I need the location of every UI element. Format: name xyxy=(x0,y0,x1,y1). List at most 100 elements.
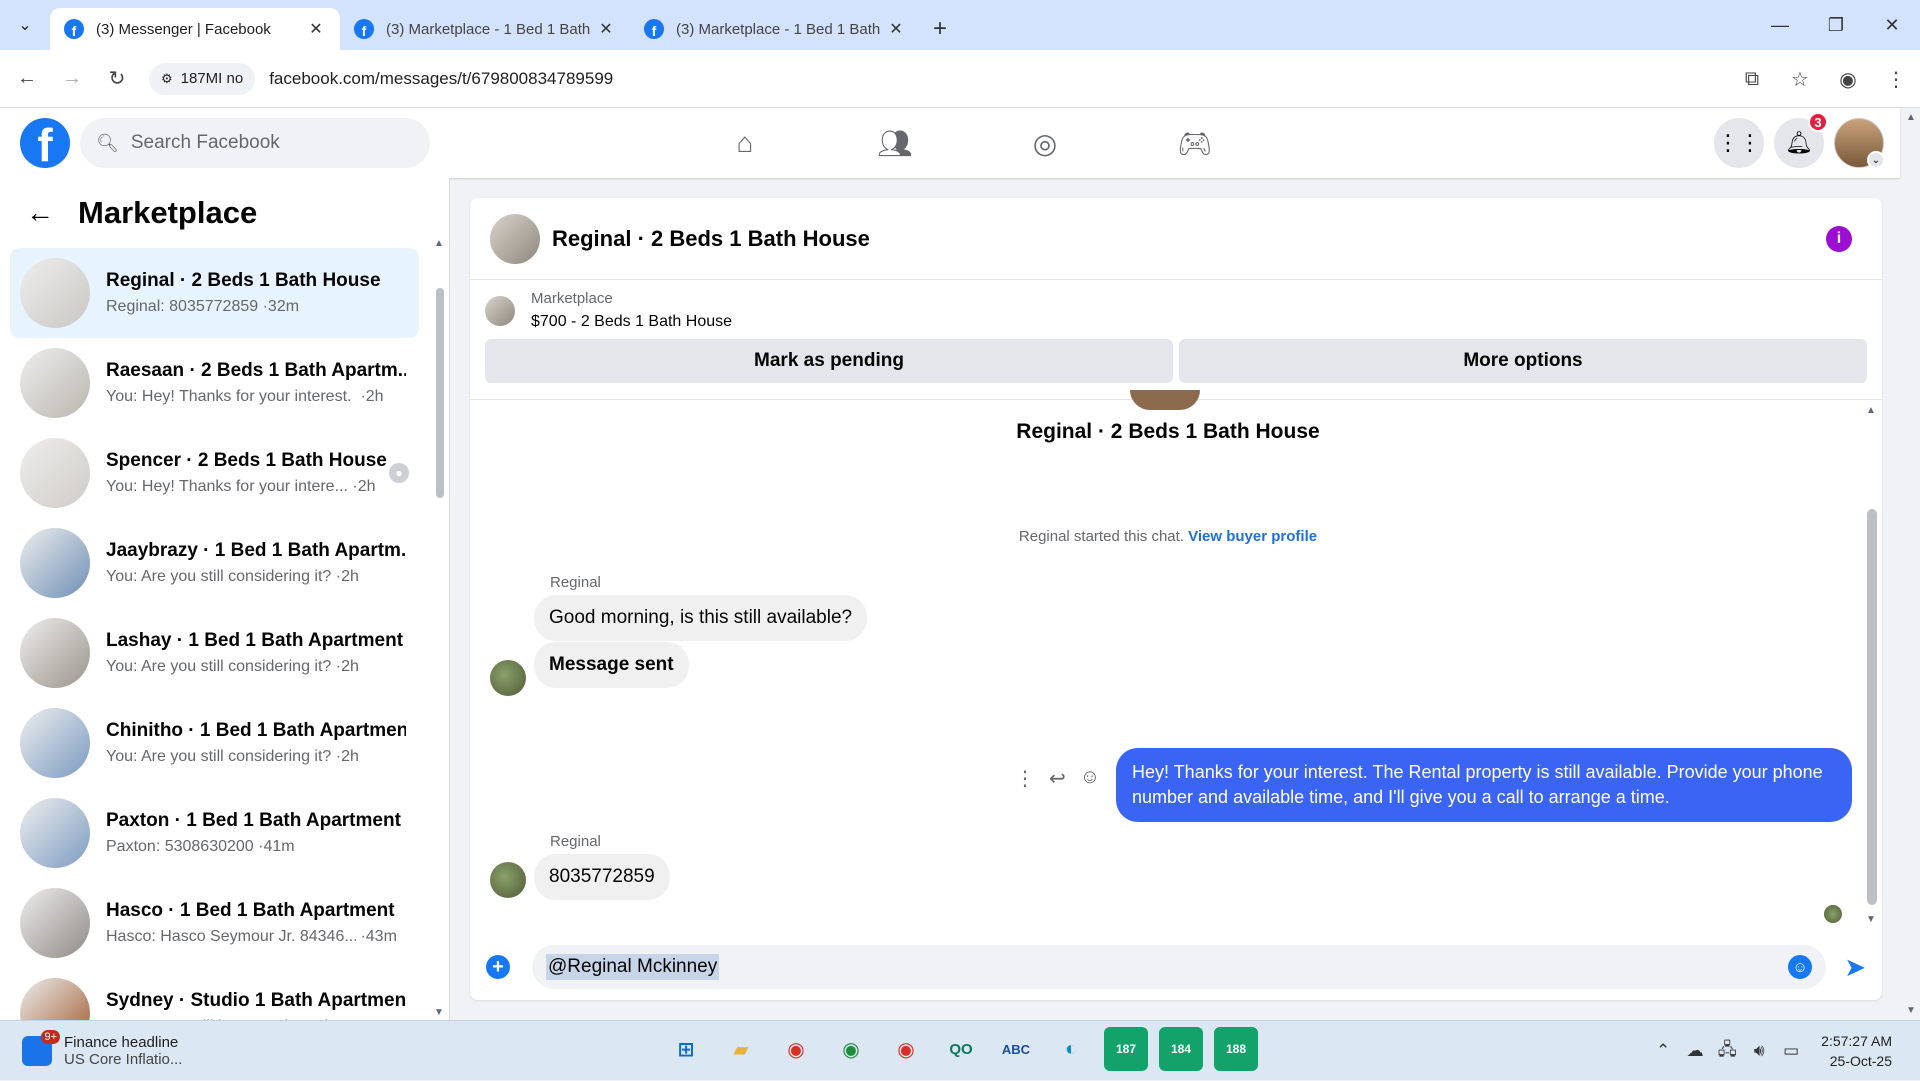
react-emoji-icon[interactable]: ☺ xyxy=(1080,766,1100,791)
conversation-thumbnail xyxy=(20,978,90,1020)
send-icon[interactable]: ➤ xyxy=(1844,952,1866,983)
back-icon[interactable]: ← xyxy=(9,61,45,97)
conversation-item[interactable]: Raesaan · 2 Beds 1 Bath Apartm... You: He… xyxy=(10,338,419,428)
friends-icon[interactable]: 👥︎ xyxy=(820,108,970,178)
close-tab-icon[interactable]: ✕ xyxy=(306,19,326,39)
edge-icon[interactable]: ◐ xyxy=(1049,1027,1093,1071)
scrollbar-thumb[interactable] xyxy=(1867,509,1877,905)
conversation-item[interactable]: Lashay · 1 Bed 1 Bath Apartment You: Are … xyxy=(10,608,419,698)
taskbar-apps: ⊞ ▰ ◉ ◉ ◉ QO ABC ◐ 187 184 188 xyxy=(664,1027,1258,1071)
search-input[interactable]: 🔍︎ Search Facebook xyxy=(80,118,430,168)
preview-text: You: Are you still considering it? xyxy=(106,748,332,765)
reload-icon[interactable]: ↻ xyxy=(99,61,135,97)
scroll-down-icon[interactable]: ▼ xyxy=(1906,1005,1916,1016)
site-info-chip[interactable]: ⚙ 187MI no xyxy=(149,62,256,95)
listing-title: $700 - 2 Beds 1 Bath House xyxy=(531,313,733,330)
notifications-bell-icon[interactable]: 🔔︎ 3 xyxy=(1774,112,1828,168)
minimize-icon[interactable]: — xyxy=(1752,0,1808,50)
close-tab-icon[interactable]: ✕ xyxy=(886,19,906,39)
chrome-icon[interactable]: ◉ xyxy=(774,1027,818,1071)
url-text[interactable]: facebook.com/messages/t/679800834789599 xyxy=(269,69,613,89)
account-avatar[interactable]: ⌄ xyxy=(1834,118,1885,169)
back-arrow-icon[interactable]: ← xyxy=(26,197,54,229)
tab-messenger[interactable]: f (3) Messenger | Facebook ✕ xyxy=(50,8,340,50)
battery-icon[interactable]: ▭ xyxy=(1775,1041,1807,1061)
tab-marketplace-1[interactable]: f (3) Marketplace - 1 Bed 1 Bath ✕ xyxy=(340,8,630,50)
facebook-logo-icon[interactable]: f xyxy=(20,118,70,168)
browser-menu-icon[interactable]: ⋮ xyxy=(1872,67,1920,92)
restore-icon[interactable]: ❐ xyxy=(1808,0,1864,50)
sidebar-scrollbar[interactable]: ▲ ▼ xyxy=(434,238,446,1018)
emoji-icon[interactable]: ☺ xyxy=(1788,955,1813,979)
scroll-up-icon[interactable]: ▲ xyxy=(434,238,444,249)
forward-icon[interactable]: → xyxy=(54,61,90,97)
chat-started-notice: Reginal started this chat. View buyer pr… xyxy=(470,528,1866,545)
conversation-item[interactable]: Reginal · 2 Beds 1 Bath House Reginal: 80… xyxy=(10,248,419,338)
page-scrollbar[interactable]: ▲ ▼ xyxy=(1902,108,1920,1020)
message-thread: Reginal · 2 Beds 1 Bath House Reginal st… xyxy=(470,390,1882,930)
file-explorer-icon[interactable]: ▰ xyxy=(719,1027,763,1071)
incoming-message[interactable]: 8035772859 xyxy=(534,854,670,900)
bookmark-star-icon[interactable]: ☆ xyxy=(1776,67,1824,92)
add-attachment-icon[interactable]: + xyxy=(486,955,510,979)
chat-avatar[interactable] xyxy=(490,213,540,264)
conversation-thumbnail xyxy=(20,258,90,328)
sender-avatar[interactable] xyxy=(490,660,526,696)
conversation-item[interactable]: Paxton · 1 Bed 1 Bath Apartment Paxton: 5… xyxy=(10,788,419,878)
scroll-up-icon[interactable]: ▲ xyxy=(1906,112,1916,123)
conversation-item[interactable]: Jaaybrazy · 1 Bed 1 Bath Apartm... You: A… xyxy=(10,518,419,608)
clock[interactable]: 2:57:27 AM 25-Oct-25 xyxy=(1821,1031,1892,1071)
scrollbar-thumb[interactable] xyxy=(436,288,444,498)
menu-grid-icon[interactable]: ⋮⋮ xyxy=(1714,118,1764,168)
conversation-item[interactable]: Hasco · 1 Bed 1 Bath Apartment Hasco: Has… xyxy=(10,878,419,968)
app-188mi-icon[interactable]: 188 xyxy=(1214,1027,1258,1071)
news-widget[interactable]: 9+ Finance headline US Core Inflatio... xyxy=(22,1029,182,1068)
close-window-icon[interactable]: ✕ xyxy=(1864,0,1920,50)
chat-scrollbar[interactable]: ▲ ▼ xyxy=(1866,405,1878,925)
scroll-up-icon[interactable]: ▲ xyxy=(1866,405,1876,416)
cloud-off-icon[interactable]: ☁ xyxy=(1679,1041,1711,1061)
app-abc-icon[interactable]: ABC xyxy=(994,1027,1038,1071)
sidebar-header: ← Marketplace xyxy=(0,178,449,248)
dot-separator: · xyxy=(331,658,342,675)
sender-avatar[interactable] xyxy=(490,862,526,898)
outgoing-message[interactable]: Hey! Thanks for your interest. The Renta… xyxy=(1116,748,1852,822)
conversation-item[interactable]: Spencer · 2 Beds 1 Bath House You: Hey! T… xyxy=(10,428,419,518)
incoming-message[interactable]: Good morning, is this still available? xyxy=(534,595,868,641)
conversation-preview: You: Are you still considering it? · 2h xyxy=(106,658,403,676)
network-icon[interactable]: 🖧︎ xyxy=(1711,1037,1743,1066)
conversation-item[interactable]: Chinitho · 1 Bed 1 Bath Apartment You: Ar… xyxy=(10,698,419,788)
chat-title[interactable]: Reginal · 2 Beds 1 Bath House xyxy=(552,226,870,252)
volume-icon[interactable]: 🔊︎ xyxy=(1743,1041,1775,1061)
install-app-icon[interactable]: ⧉ xyxy=(1728,68,1776,91)
groups-icon[interactable]: ◎ xyxy=(970,108,1120,178)
seen-avatar xyxy=(1824,905,1842,923)
incoming-message[interactable]: Message sent xyxy=(534,642,689,688)
more-options-button[interactable]: More options xyxy=(1179,339,1867,383)
close-tab-icon[interactable]: ✕ xyxy=(596,19,616,39)
reply-icon[interactable]: ↩ xyxy=(1049,766,1066,791)
app-187mi-icon[interactable]: 187 xyxy=(1104,1027,1148,1071)
windows-start-icon[interactable]: ⊞ xyxy=(664,1027,708,1071)
conversation-item[interactable]: Sydney · Studio 1 Bath ApartmentYou: You… xyxy=(10,968,419,1020)
gaming-icon[interactable]: 🎮︎ xyxy=(1120,108,1270,178)
scroll-down-icon[interactable]: ▼ xyxy=(434,1007,444,1018)
scroll-down-icon[interactable]: ▼ xyxy=(1866,914,1876,925)
new-tab-button[interactable]: + xyxy=(920,8,960,50)
profile-icon[interactable]: ◉ xyxy=(1824,67,1872,92)
app-qo-icon[interactable]: QO xyxy=(939,1027,983,1071)
view-buyer-profile-link[interactable]: View buyer profile xyxy=(1188,528,1317,545)
tab-search-chevron-icon[interactable]: ⌄ xyxy=(0,0,50,50)
more-icon[interactable]: ⋮ xyxy=(1015,766,1035,791)
chrome-profile-a-icon[interactable]: ◉ xyxy=(884,1027,928,1071)
app-184mi-icon[interactable]: 184 xyxy=(1159,1027,1203,1071)
message-input[interactable]: @Reginal Mckinney ☺ xyxy=(532,945,1827,989)
listing-info[interactable]: Marketplace $700 - 2 Beds 1 Bath House xyxy=(485,290,1867,331)
tab-marketplace-2[interactable]: f (3) Marketplace - 1 Bed 1 Bath ✕ xyxy=(630,8,920,50)
chrome-profile-icon[interactable]: ◉ xyxy=(829,1027,873,1071)
home-icon[interactable]: ⌂ xyxy=(670,108,820,178)
info-icon[interactable]: i xyxy=(1826,226,1852,252)
omnibox[interactable]: ⚙ 187MI no facebook.com/messages/t/67980… xyxy=(149,58,1749,99)
chevron-up-icon[interactable]: ⌃ xyxy=(1647,1041,1679,1061)
mark-as-pending-button[interactable]: Mark as pending xyxy=(485,339,1173,383)
